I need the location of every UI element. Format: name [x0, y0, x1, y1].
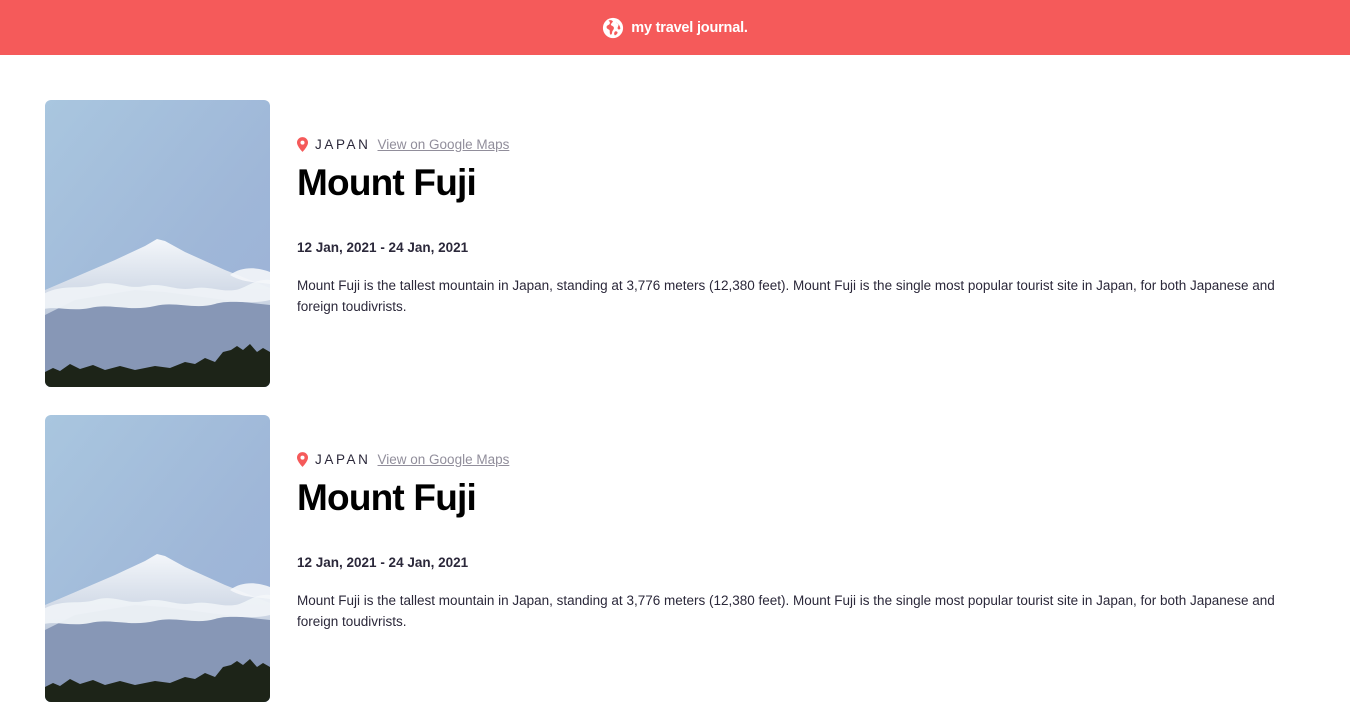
location-pin-icon: [297, 136, 308, 152]
destination-photo: [45, 415, 270, 702]
location-row: JAPAN View on Google Maps: [297, 136, 509, 152]
globe-icon: [603, 17, 624, 38]
app-title: my travel journal.: [631, 19, 748, 36]
navbar: my travel journal.: [0, 0, 1350, 55]
trip-dates: 12 Jan, 2021 - 24 Jan, 2021: [297, 240, 469, 255]
entry-title: Mount Fuji: [297, 477, 477, 518]
location-pin-icon: [297, 451, 308, 467]
google-maps-link[interactable]: View on Google Maps: [378, 452, 510, 467]
destination-photo: [45, 100, 270, 387]
journal-entry: JAPAN View on Google Maps Mount Fuji 12 …: [45, 100, 1315, 387]
trip-dates: 12 Jan, 2021 - 24 Jan, 2021: [297, 555, 469, 570]
location-country: JAPAN: [315, 451, 371, 467]
google-maps-link[interactable]: View on Google Maps: [378, 137, 510, 152]
entry-description: Mount Fuji is the tallest mountain in Ja…: [297, 278, 1275, 314]
entry-description: Mount Fuji is the tallest mountain in Ja…: [297, 593, 1275, 629]
location-row: JAPAN View on Google Maps: [297, 451, 509, 467]
location-country: JAPAN: [315, 136, 371, 152]
entry-title: Mount Fuji: [297, 162, 477, 203]
journal-entry: JAPAN View on Google Maps Mount Fuji 12 …: [45, 415, 1315, 702]
